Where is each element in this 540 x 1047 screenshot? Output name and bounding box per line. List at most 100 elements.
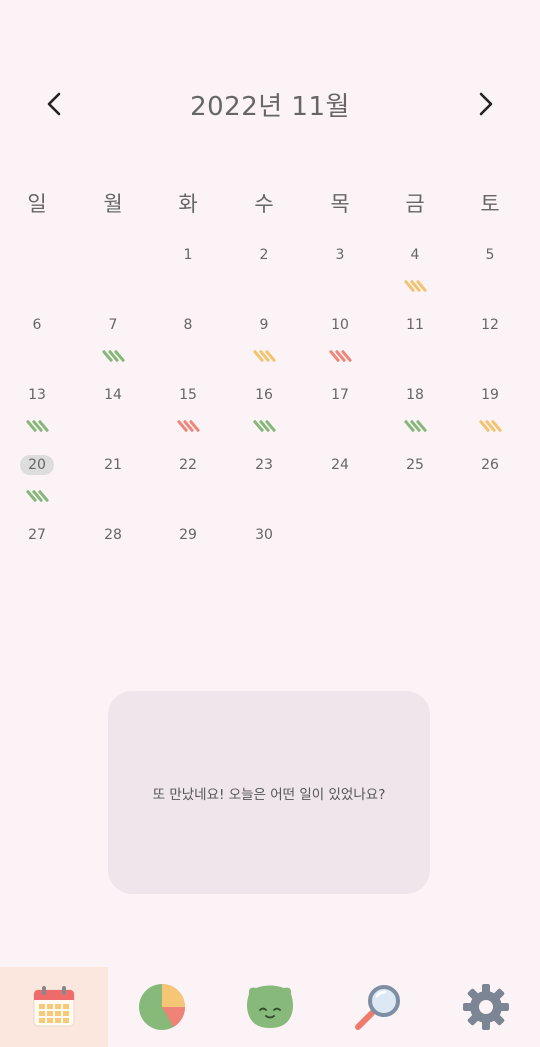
weekday-label: 토 [480, 192, 500, 216]
day-number: 21 [75, 454, 151, 476]
day-number-text: 7 [108, 317, 118, 333]
calendar-day[interactable]: 23 [226, 454, 302, 520]
calendar-day[interactable]: 8 [150, 314, 226, 380]
day-number: 22 [150, 454, 226, 476]
weekday-label: 금 [405, 192, 425, 216]
weekday-label: 수 [254, 192, 274, 216]
calendar-day[interactable]: 12 [452, 314, 528, 380]
weekday-label: 화 [178, 192, 198, 216]
day-number-text: 30 [255, 527, 273, 543]
calendar-day[interactable]: 1 [150, 244, 226, 310]
day-number-text: 18 [406, 387, 424, 403]
mood-marker-icon [403, 276, 428, 296]
tab-character[interactable] [216, 967, 324, 1047]
calendar-day[interactable]: 29 [150, 524, 226, 590]
day-number-text: 1 [183, 247, 193, 263]
mood-marker-icon [25, 486, 50, 506]
day-number: 5 [452, 244, 528, 266]
day-number: 10 [302, 314, 378, 336]
day-number-text: 17 [331, 387, 349, 403]
message-card[interactable]: 또 만났네요! 오늘은 어떤 일이 있었나요? [108, 691, 430, 894]
bottom-tab-bar [0, 967, 540, 1047]
weekday-row: 일 월 화 수 목 금 토 [0, 188, 540, 220]
day-number-text: 13 [28, 387, 46, 403]
day-number-text: 28 [104, 527, 122, 543]
mood-marker-icon [478, 416, 503, 436]
day-number-text: 23 [255, 457, 273, 473]
greeting-message: 또 만났네요! 오늘은 어떤 일이 있었나요? [152, 786, 386, 803]
calendar-icon [33, 986, 75, 1027]
calendar-day[interactable]: 22 [150, 454, 226, 520]
calendar-day[interactable]: 21 [75, 454, 151, 520]
day-number: 25 [377, 454, 453, 476]
weekday-label: 일 [27, 192, 47, 216]
calendar-day[interactable]: 20 [0, 454, 75, 520]
calendar-day[interactable]: 17 [302, 384, 378, 450]
search-icon [355, 985, 400, 1030]
day-number: 19 [452, 384, 528, 406]
calendar-day[interactable]: 2 [226, 244, 302, 310]
next-month-button[interactable] [464, 82, 508, 126]
day-number: 13 [0, 384, 75, 406]
calendar-day[interactable]: 24 [302, 454, 378, 520]
calendar-day[interactable]: 26 [452, 454, 528, 520]
calendar-day[interactable]: 19 [452, 384, 528, 450]
calendar-day[interactable]: 6 [0, 314, 75, 380]
mood-marker-icon [252, 416, 277, 436]
day-number: 17 [302, 384, 378, 406]
chevron-right-icon [479, 92, 493, 116]
gear-icon [463, 984, 509, 1030]
pie-chart-icon [139, 984, 186, 1030]
day-number: 24 [302, 454, 378, 476]
calendar-day[interactable]: 9 [226, 314, 302, 380]
day-number: 20 [0, 454, 75, 476]
mood-marker-icon [101, 346, 126, 366]
day-number-text: 9 [259, 317, 269, 333]
calendar-day[interactable]: 18 [377, 384, 453, 450]
day-number: 4 [377, 244, 453, 266]
day-number: 18 [377, 384, 453, 406]
day-number-text: 2 [259, 247, 269, 263]
calendar-day[interactable]: 27 [0, 524, 75, 590]
day-number: 23 [226, 454, 302, 476]
calendar-day[interactable]: 16 [226, 384, 302, 450]
tab-settings[interactable] [432, 967, 540, 1047]
calendar-day[interactable]: 3 [302, 244, 378, 310]
face-icon [247, 985, 293, 1028]
calendar-day[interactable]: 25 [377, 454, 453, 520]
calendar-day[interactable]: 30 [226, 524, 302, 590]
day-number: 16 [226, 384, 302, 406]
mood-marker-icon [252, 346, 277, 366]
mood-marker-icon [328, 346, 353, 366]
day-number-text: 8 [183, 317, 193, 333]
day-number-text: 4 [410, 247, 420, 263]
tab-statistics[interactable] [108, 967, 216, 1047]
day-number-text: 29 [179, 527, 197, 543]
day-number-text: 3 [335, 247, 345, 263]
weekday-label: 목 [330, 192, 350, 216]
weekday-label: 월 [103, 192, 123, 216]
day-number: 8 [150, 314, 226, 336]
calendar-day[interactable]: 14 [75, 384, 151, 450]
calendar-day[interactable]: 10 [302, 314, 378, 380]
mood-marker-icon [176, 416, 201, 436]
calendar-day[interactable]: 11 [377, 314, 453, 380]
calendar-day[interactable]: 5 [452, 244, 528, 310]
tab-calendar[interactable] [0, 967, 108, 1047]
day-number-text: 21 [104, 457, 122, 473]
calendar-day[interactable]: 28 [75, 524, 151, 590]
calendar-day[interactable]: 7 [75, 314, 151, 380]
day-number: 28 [75, 524, 151, 546]
calendar-day[interactable]: 13 [0, 384, 75, 450]
calendar-day[interactable]: 15 [150, 384, 226, 450]
day-number: 12 [452, 314, 528, 336]
mood-marker-icon [403, 416, 428, 436]
day-number-text: 25 [406, 457, 424, 473]
mood-marker-icon [25, 416, 50, 436]
day-number: 11 [377, 314, 453, 336]
tab-search[interactable] [324, 967, 432, 1047]
day-number: 26 [452, 454, 528, 476]
day-number-text: 5 [485, 247, 495, 263]
day-number-text: 11 [406, 317, 424, 333]
calendar-day[interactable]: 4 [377, 244, 453, 310]
